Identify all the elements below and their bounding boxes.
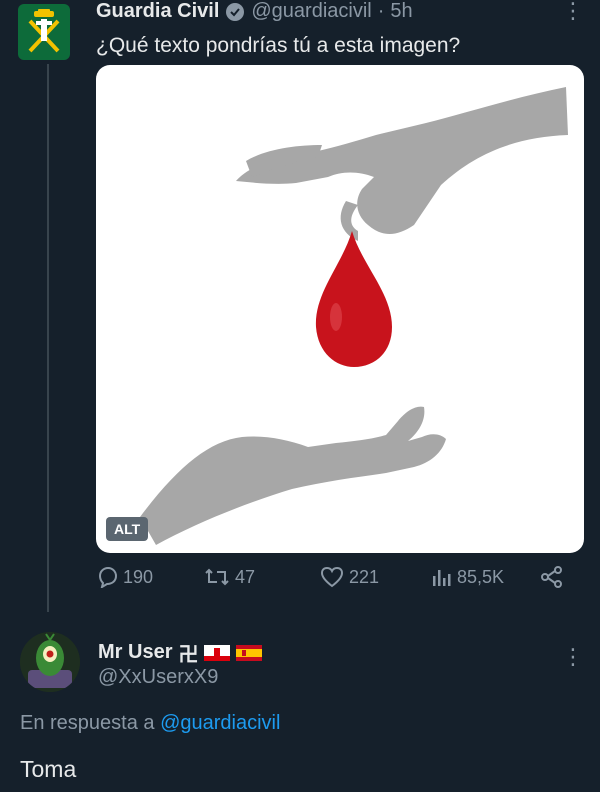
tweet-header: Guardia Civil @guardiacivil · 5h [96, 0, 413, 23]
reply-author-handle[interactable]: @XxUserxX9 [98, 666, 218, 689]
views-chart-icon [433, 570, 451, 586]
reply-more-options-icon[interactable]: ⋮ [562, 646, 584, 668]
like-count: 221 [349, 566, 380, 587]
reply-text: Toma [20, 756, 77, 782]
upper-thumb-shape [340, 201, 358, 241]
reply-author-name[interactable]: Mr User [98, 641, 172, 664]
tweet-image[interactable]: ALT [96, 65, 584, 553]
guardia-civil-avatar[interactable] [18, 4, 70, 60]
reply-count: 190 [123, 566, 154, 587]
alt-text-badge[interactable]: ALT [106, 517, 149, 541]
more-options-icon[interactable]: ⋮ [562, 0, 584, 22]
share-action[interactable] [540, 566, 564, 588]
verified-badge-icon [226, 2, 245, 21]
thread-line [47, 64, 49, 612]
in-reply-prefix: En respuesta a [20, 712, 155, 734]
tweet-actions: 190 47 221 85,5K [96, 566, 576, 600]
author-handle[interactable]: @guardiacivil [251, 0, 371, 23]
guardia-civil-emblem-icon [28, 9, 60, 53]
name-symbol: 卍 [178, 644, 199, 666]
reply-author-avatar[interactable] [20, 632, 80, 692]
heart-icon [320, 566, 344, 588]
like-action[interactable]: 221 [320, 566, 379, 588]
hands-blood-drop-illustration [140, 87, 568, 545]
spain-flag-icon [236, 644, 263, 661]
in-reply-mention[interactable]: @guardiacivil [160, 712, 280, 734]
reply-icon [98, 566, 118, 588]
reply-action[interactable]: 190 [96, 566, 153, 588]
lower-hand-shape [140, 406, 446, 545]
retweet-action[interactable]: 47 [204, 566, 255, 588]
retweet-count: 47 [235, 566, 256, 587]
plankton-avatar-icon [20, 632, 80, 692]
timestamp[interactable]: 5h [390, 0, 412, 23]
reply-author-name-row: Mr User 卍 [98, 638, 263, 667]
separator: · [377, 0, 385, 22]
blood-drop-shape [315, 231, 392, 367]
in-reply-to: En respuesta a @guardiacivil [20, 712, 280, 735]
share-icon [541, 566, 562, 588]
retweet-icon [205, 568, 229, 586]
tweet-text: ¿Qué texto pondrías tú a esta imagen? [96, 34, 461, 57]
views-count: 85,5K [457, 566, 505, 587]
gibraltar-flag-icon [204, 644, 231, 661]
author-name[interactable]: Guardia Civil [96, 0, 219, 23]
views-action[interactable]: 85,5K [430, 566, 504, 588]
